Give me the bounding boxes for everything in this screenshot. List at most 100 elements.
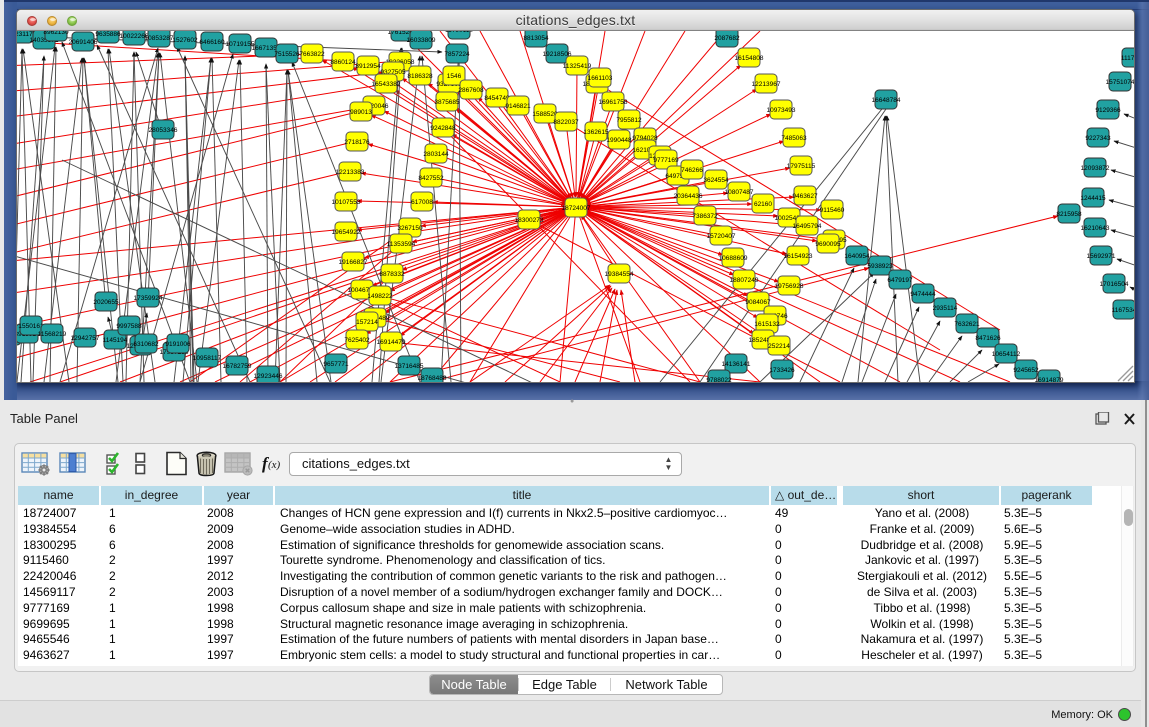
svg-text:17975115: 17975115: [787, 163, 816, 170]
svg-text:16782759: 16782759: [223, 363, 252, 370]
svg-text:989013: 989013: [350, 109, 372, 116]
svg-text:10688609: 10688609: [719, 255, 748, 262]
svg-text:1733426: 1733426: [769, 367, 795, 374]
svg-text:6466160: 6466160: [199, 39, 225, 46]
svg-text:16914879: 16914879: [1035, 377, 1064, 382]
svg-text:8962130: 8962130: [43, 31, 69, 36]
svg-text:9463627: 9463627: [792, 193, 818, 200]
svg-text:9657771: 9657771: [323, 361, 349, 368]
svg-text:19654922: 19654922: [332, 229, 361, 236]
svg-text:11325419: 11325419: [563, 63, 592, 70]
svg-text:9474444: 9474444: [910, 291, 936, 298]
svg-text:6479197: 6479197: [887, 277, 913, 284]
svg-text:617008: 617008: [411, 199, 433, 206]
svg-text:10853287: 10853287: [145, 35, 174, 42]
svg-text:16033809: 16033809: [407, 37, 436, 44]
svg-text:1990448: 1990448: [606, 137, 632, 144]
svg-text:1640954: 1640954: [844, 253, 870, 260]
svg-text:1117687: 1117687: [1121, 55, 1134, 62]
svg-text:7386372: 7386372: [692, 213, 718, 220]
svg-text:9146821: 9146821: [505, 103, 531, 110]
svg-text:18724007: 18724007: [562, 205, 591, 212]
svg-text:1550161: 1550161: [18, 323, 44, 330]
svg-text:10107553: 10107553: [332, 199, 361, 206]
svg-text:9997588: 9997588: [116, 323, 142, 330]
svg-text:19384554: 19384554: [605, 271, 634, 278]
svg-text:12213967: 12213967: [752, 81, 781, 88]
svg-text:8878332: 8878332: [379, 271, 405, 278]
svg-text:11790110: 11790110: [445, 31, 473, 34]
svg-text:10807487: 10807487: [725, 189, 754, 196]
svg-text:12942757: 12942757: [71, 335, 100, 342]
svg-text:9245652: 9245652: [1013, 367, 1039, 374]
svg-text:12213383: 12213383: [336, 169, 365, 176]
svg-text:10973493: 10973493: [767, 107, 796, 114]
svg-text:1527602: 1527602: [172, 37, 198, 44]
svg-text:1167534: 1167534: [1112, 307, 1134, 314]
svg-text:16154808: 16154808: [735, 55, 764, 62]
svg-text:7625402: 7625402: [344, 337, 370, 344]
svg-text:2803144: 2803144: [423, 151, 449, 158]
svg-text:17016504: 17016504: [1100, 281, 1129, 288]
svg-text:9191006: 9191006: [165, 341, 191, 348]
svg-text:1615132: 1615132: [754, 321, 780, 328]
svg-text:7632621: 7632621: [954, 321, 980, 328]
svg-text:8860124: 8860124: [330, 59, 356, 66]
svg-text:8186328: 8186328: [407, 73, 433, 80]
svg-text:252214: 252214: [768, 343, 790, 350]
svg-text:8822037: 8822037: [553, 119, 579, 126]
svg-text:7485063: 7485063: [781, 135, 807, 142]
svg-text:1362615: 1362615: [583, 129, 609, 136]
svg-text:3875685: 3875685: [434, 99, 460, 106]
svg-text:10958117: 10958117: [193, 355, 222, 362]
svg-text:8427552: 8427552: [418, 175, 444, 182]
svg-text:17359924: 17359924: [134, 295, 163, 302]
svg-text:746266: 746266: [681, 167, 703, 174]
svg-text:16154923: 16154923: [784, 253, 813, 260]
svg-text:1588520: 1588520: [532, 111, 558, 118]
svg-text:9227343: 9227343: [1085, 135, 1111, 142]
svg-text:15751074: 15751074: [1106, 79, 1134, 86]
svg-text:3624554: 3624554: [703, 177, 729, 184]
svg-text:11568219: 11568219: [38, 331, 67, 338]
svg-text:9129366: 9129366: [1095, 107, 1121, 114]
svg-text:18807249: 18807249: [730, 277, 759, 284]
svg-text:7857224: 7857224: [444, 51, 470, 58]
svg-text:1244415: 1244415: [1080, 195, 1106, 202]
svg-text:16648784: 16648784: [872, 97, 901, 104]
svg-text:62160: 62160: [754, 201, 772, 208]
svg-text:12093872: 12093872: [1081, 165, 1110, 172]
svg-text:15720407: 15720407: [707, 233, 736, 240]
svg-text:1661103: 1661103: [588, 75, 613, 82]
svg-text:2087682: 2087682: [714, 35, 740, 42]
svg-text:2718176: 2718176: [344, 139, 370, 146]
svg-text:20691406: 20691406: [69, 39, 98, 46]
svg-text:16210643: 16210643: [1081, 225, 1110, 232]
svg-text:18768488: 18768488: [418, 375, 447, 382]
svg-text:16495794: 16495794: [793, 223, 822, 230]
svg-text:3267150: 3267150: [397, 225, 423, 232]
svg-text:9115460: 9115460: [820, 207, 845, 214]
svg-text:8912954: 8912954: [355, 63, 381, 70]
svg-text:19756928: 19756928: [775, 283, 804, 290]
svg-text:7955812: 7955812: [616, 117, 642, 124]
svg-text:6310682: 6310682: [133, 341, 159, 348]
svg-text:19166827: 19166827: [339, 259, 368, 266]
svg-text:2020655: 2020655: [93, 299, 119, 306]
svg-text:(x): (x): [268, 459, 281, 471]
svg-text:9690095: 9690095: [815, 241, 841, 248]
svg-text:157214: 157214: [356, 319, 378, 326]
svg-text:8454749: 8454749: [484, 95, 510, 102]
svg-text:16961758: 16961758: [599, 99, 628, 106]
svg-text:18300273: 18300273: [515, 217, 544, 224]
svg-text:1145194: 1145194: [103, 337, 128, 344]
svg-text:5938923: 5938923: [867, 263, 893, 270]
svg-text:14136141: 14136141: [722, 361, 751, 368]
svg-text:11353594: 11353594: [387, 241, 416, 248]
svg-text:16914479: 16914479: [377, 339, 406, 346]
svg-text:20364436: 20364436: [674, 193, 703, 200]
svg-text:9777169: 9777169: [653, 157, 679, 164]
svg-text:9084067: 9084067: [745, 299, 771, 306]
svg-text:7515526: 7515526: [274, 51, 300, 58]
svg-text:12923446: 12923446: [254, 373, 283, 380]
